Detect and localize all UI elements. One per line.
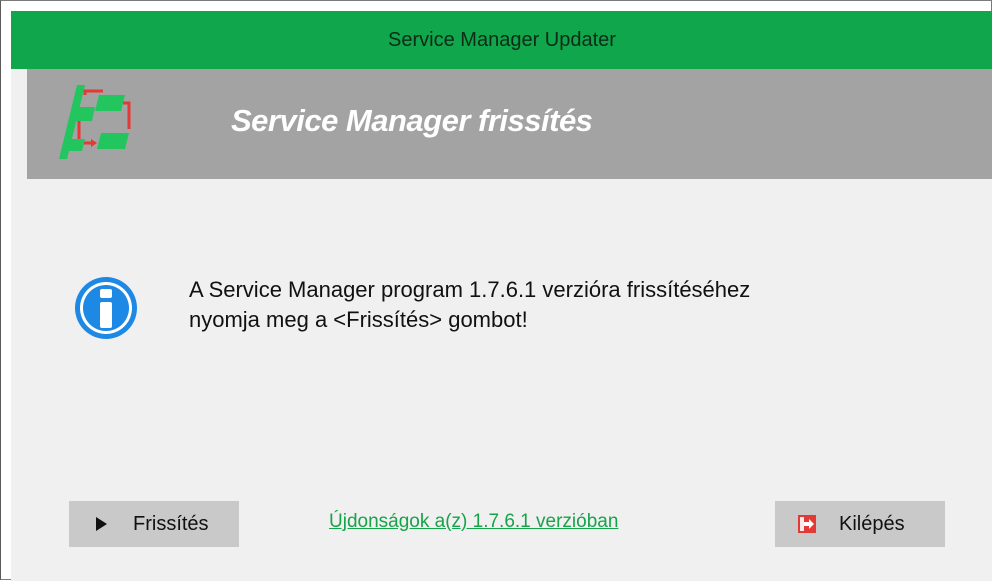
info-message: A Service Manager program 1.7.6.1 verzió… xyxy=(189,275,909,335)
message-line-2: nyomja meg a <Frissítés> gombot! xyxy=(189,307,528,332)
update-button-label: Frissítés xyxy=(133,512,209,535)
exit-button-label: Kilépés xyxy=(839,512,905,535)
client-area: Service Manager frissítés A Service Mana… xyxy=(11,69,992,581)
info-icon xyxy=(75,277,137,339)
play-arrow-icon xyxy=(96,517,107,531)
message-line-1: A Service Manager program 1.7.6.1 verzió… xyxy=(189,277,751,302)
update-button[interactable]: Frissítés xyxy=(69,501,239,547)
banner-title: Service Manager frissítés xyxy=(231,103,593,138)
header-banner: Service Manager frissítés xyxy=(27,69,992,179)
exit-door-icon xyxy=(798,515,816,533)
exit-button[interactable]: Kilépés xyxy=(775,501,945,547)
updater-window: Service Manager Updater Service Manager … xyxy=(0,0,992,581)
window-title: Service Manager Updater xyxy=(388,28,616,51)
workflow-diagram-icon xyxy=(59,85,131,159)
release-notes-link[interactable]: Újdonságok a(z) 1.7.6.1 verzióban xyxy=(329,511,618,533)
title-bar[interactable]: Service Manager Updater xyxy=(11,11,992,69)
